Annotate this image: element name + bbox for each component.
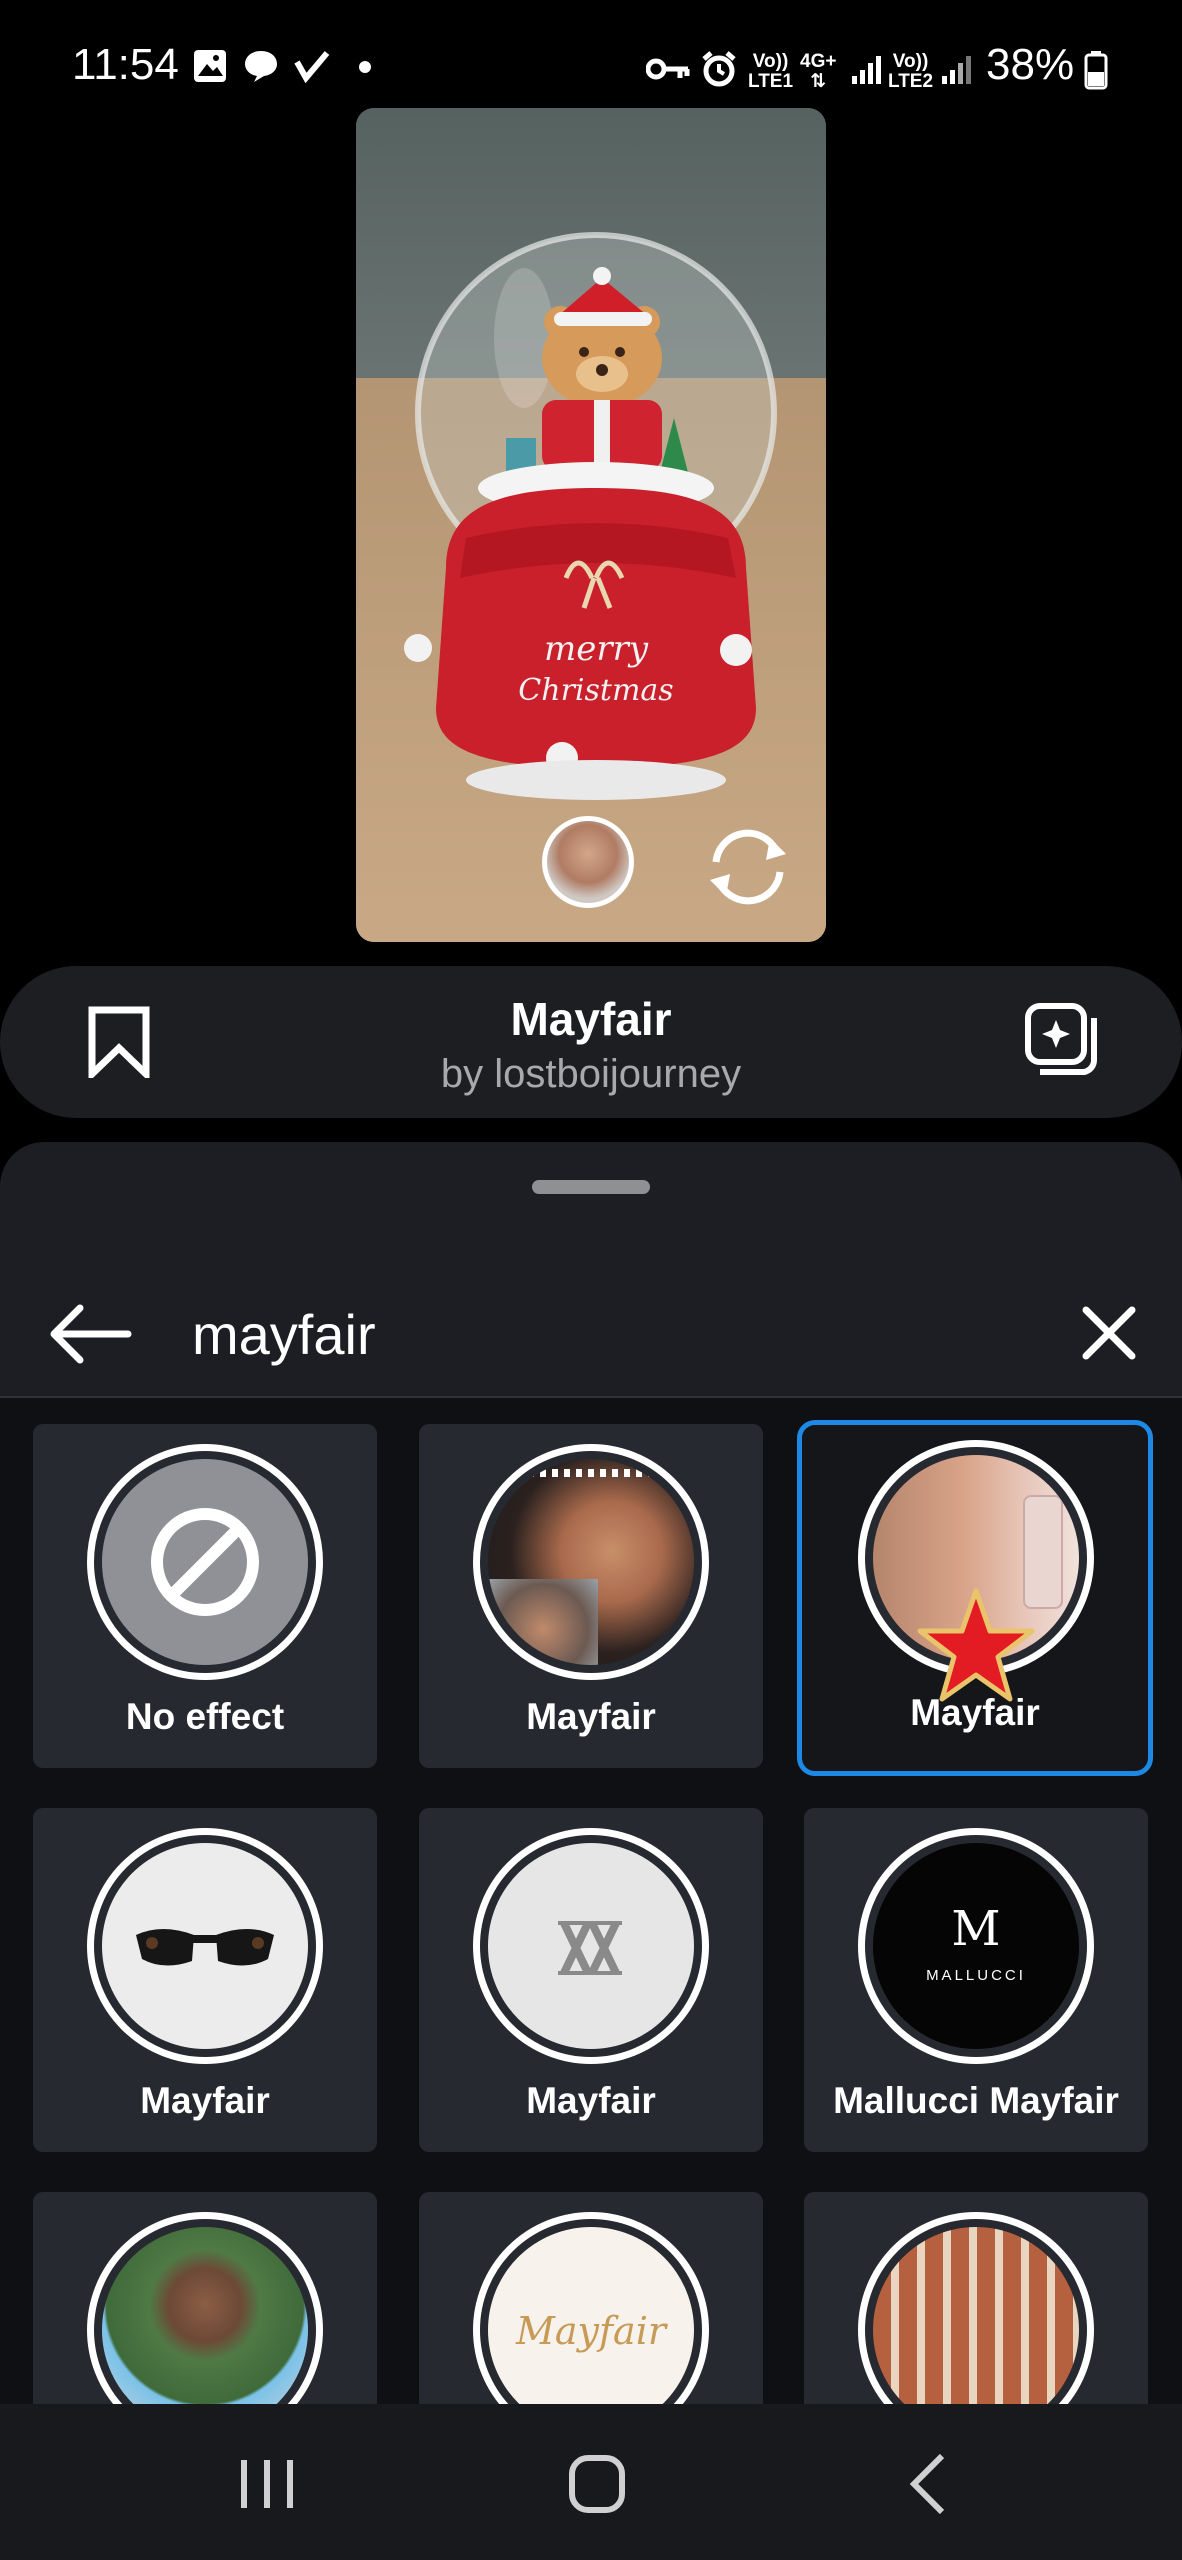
effect-author[interactable]: by lostboijourney: [0, 1052, 1182, 1097]
effect-label: Mallucci Mayfair: [833, 2080, 1119, 2121]
check-icon: [294, 51, 330, 84]
effect-label: Mayfair: [910, 1692, 1040, 1733]
effect-title: Mayfair: [510, 993, 672, 1045]
effect-preview-thumbnail[interactable]: [542, 816, 634, 908]
effect-info-bar: Mayfair by lostboijourney: [0, 966, 1182, 1118]
status-time: 11:54: [72, 40, 179, 89]
sim1-label-bottom: LTE1: [748, 71, 794, 92]
sim2-volte-label: Vo)) LTE2: [888, 52, 933, 92]
key-icon: [646, 58, 690, 80]
effect-thumbnail-smiling-woman: [488, 1459, 694, 1665]
home-icon[interactable]: [552, 2444, 642, 2524]
globe-text-merry: merry: [544, 629, 649, 669]
search-input[interactable]: [192, 1292, 1032, 1376]
effect-tile-mayfair-selected[interactable]: Mayfair: [797, 1420, 1153, 1776]
xx-logo-icon: [488, 1843, 694, 2049]
effect-icon-ring: M MALLUCCI: [858, 1828, 1094, 2064]
effect-label: No effect: [125, 1696, 285, 1737]
effect-icon-ring: [473, 1444, 709, 1680]
effect-icon-ring: [87, 1828, 323, 2064]
sunglasses-icon: [102, 1843, 308, 2049]
back-arrow-icon[interactable]: [44, 1294, 134, 1374]
effect-tile-mallucci-mayfair[interactable]: M MALLUCCI Mallucci Mayfair: [804, 1808, 1148, 2152]
battery-icon: [1084, 51, 1108, 90]
effect-tile-mayfair-logo[interactable]: Mayfair: [419, 1808, 763, 2152]
dot-icon: [359, 61, 371, 73]
sim2-label-top: Vo)): [892, 51, 929, 72]
effect-label: Mayfair: [140, 2080, 270, 2121]
effects-grid: No effect Mayfair Mayfair Mayfair Mayfai…: [0, 1398, 1182, 2542]
back-nav-icon[interactable]: [884, 2444, 974, 2524]
effect-tile-no-effect[interactable]: No effect: [33, 1424, 377, 1768]
effect-thumbnail-man: [102, 2227, 308, 2433]
search-row: [0, 1272, 1182, 1400]
mallucci-logo-text: MALLUCCI: [926, 1967, 1026, 1984]
battery-percent: 38%: [986, 40, 1075, 89]
sheet-drag-handle[interactable]: [532, 1180, 650, 1194]
no-effect-icon: [102, 1459, 308, 1665]
network-type-label: 4G+ ⇅: [800, 52, 836, 92]
mallucci-logo-mark: M: [951, 1901, 1001, 1957]
globe-text-christmas: Christmas: [518, 673, 673, 708]
signal-icon: [852, 56, 881, 84]
effect-label: Mayfair: [526, 2080, 656, 2121]
effects-search-sheet: No effect Mayfair Mayfair: [0, 1142, 1182, 2560]
sim2-label-bottom: LTE2: [888, 71, 934, 92]
effect-thumbnail-building: [873, 2227, 1079, 2433]
mallucci-logo: M MALLUCCI: [873, 1843, 1079, 2049]
mayfair-script-logo: Mayfair: [488, 2227, 694, 2433]
effect-label: Mayfair: [526, 1696, 656, 1737]
signal-icon-2: [942, 56, 971, 84]
system-nav-bar: [0, 2404, 1182, 2560]
close-icon[interactable]: [1076, 1300, 1142, 1366]
data-arrows-icon: ⇅: [810, 71, 827, 92]
chat-icon: [245, 51, 277, 82]
sim1-label-top: Vo)): [752, 51, 789, 72]
mayfair-logo-text: Mayfair: [515, 2309, 667, 2353]
effect-icon-ring: [473, 1828, 709, 2064]
effect-tile-mayfair-sunglasses[interactable]: Mayfair: [33, 1808, 377, 2152]
effect-icon-ring: [87, 1444, 323, 1680]
star-badge-icon: [917, 1588, 1035, 1702]
sim1-volte-label: Vo)) LTE1: [748, 52, 793, 92]
alarm-icon: [702, 51, 736, 87]
try-effect-gallery-icon[interactable]: [1024, 1002, 1100, 1078]
effect-tile-mayfair-1[interactable]: Mayfair: [419, 1424, 763, 1768]
recent-apps-icon[interactable]: [222, 2444, 312, 2524]
network-label-top: 4G+: [800, 51, 837, 72]
gallery-icon: [194, 50, 226, 82]
flip-camera-icon[interactable]: [700, 822, 796, 912]
